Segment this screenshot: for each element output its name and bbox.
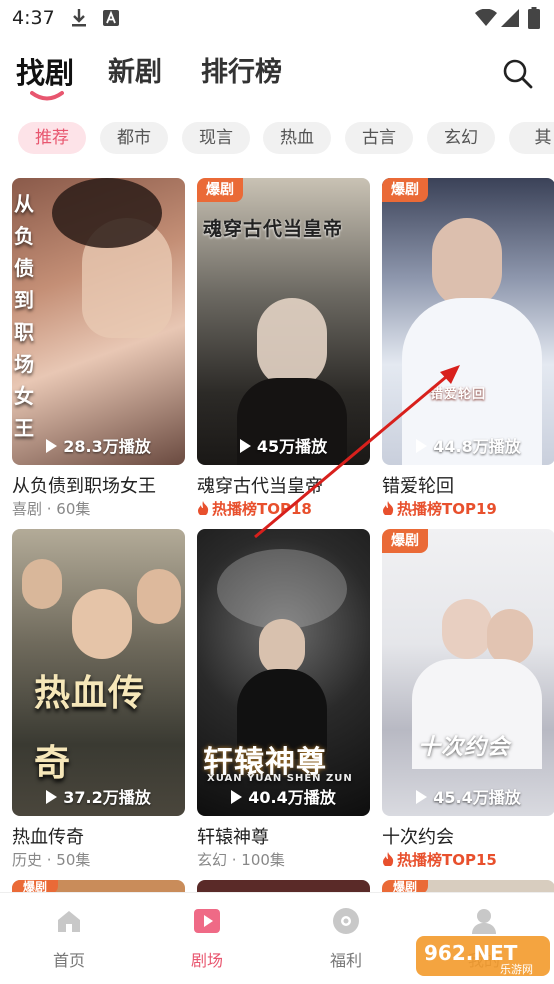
- poster-title-text: 错爱轮回: [430, 387, 487, 402]
- play-count: 44.8万播放: [382, 433, 554, 457]
- hot-badge: 爆剧: [197, 178, 243, 202]
- drama-title[interactable]: 十次约会: [382, 823, 454, 849]
- flame-icon: [383, 501, 394, 515]
- tab-new-drama[interactable]: 新剧: [108, 50, 162, 89]
- tab-find-drama[interactable]: 找剧: [16, 50, 74, 92]
- nav-theater[interactable]: 剧场: [167, 907, 247, 971]
- play-count-text: 44.8万播放: [433, 437, 521, 456]
- poster-figure: [432, 218, 502, 308]
- poster-subtitle-text: XUAN YUAN SHEN ZUN: [207, 773, 353, 784]
- play-count: 40.4万播放: [197, 784, 370, 808]
- chip-recommend[interactable]: 推荐: [18, 122, 86, 154]
- play-icon: [231, 790, 243, 804]
- download-icon: [72, 9, 86, 27]
- hot-rank: 热播榜TOP15: [382, 849, 497, 870]
- drama-poster[interactable]: 爆剧 魂穿古代当皇帝 45万播放: [197, 178, 370, 465]
- play-count-text: 40.4万播放: [248, 788, 336, 807]
- drama-title[interactable]: 魂穿古代当皇帝: [197, 472, 323, 498]
- play-icon: [46, 790, 58, 804]
- play-icon: [239, 439, 251, 453]
- poster-title-text: 魂穿古代当皇帝: [203, 218, 344, 240]
- status-time: 4:37: [12, 7, 55, 29]
- chip-hot-blood[interactable]: 热血: [263, 122, 331, 154]
- watermark-logo: 962.NET 乐游网: [416, 936, 550, 976]
- category-chips: 推荐 都市 现言 热血 古言 玄幻 其: [18, 122, 554, 156]
- poster-figure: [442, 599, 492, 659]
- play-icon: [46, 439, 58, 453]
- svg-text:乐游网: 乐游网: [500, 963, 533, 976]
- poster-figure: [137, 569, 181, 624]
- flame-icon: [198, 501, 209, 515]
- hot-rank-text: 热播榜TOP18: [212, 500, 312, 518]
- play-icon: [194, 909, 220, 933]
- drama-title[interactable]: 热血传奇: [12, 823, 84, 849]
- wifi-icon: [475, 9, 497, 26]
- chip-other[interactable]: 其: [509, 122, 554, 154]
- poster-figure: [257, 298, 327, 388]
- status-bar: 4:37: [0, 0, 554, 38]
- drama-poster[interactable]: 轩辕神尊 XUAN YUAN SHEN ZUN 40.4万播放: [197, 529, 370, 816]
- hot-rank: 热播榜TOP18: [197, 498, 312, 519]
- active-tab-indicator: [30, 91, 64, 101]
- play-icon: [416, 790, 428, 804]
- adb-icon: [103, 10, 119, 26]
- play-count-text: 37.2万播放: [63, 788, 151, 807]
- chip-ancient-romance[interactable]: 古言: [345, 122, 413, 154]
- tab-ranking[interactable]: 排行榜: [201, 50, 282, 89]
- top-tabs: 找剧 新剧 排行榜: [0, 50, 554, 110]
- drama-poster[interactable]: 爆剧 错爱轮回 44.8万播放: [382, 178, 554, 465]
- play-icon: [416, 439, 428, 453]
- nav-label: 剧场: [190, 951, 223, 970]
- svg-text:962.NET: 962.NET: [424, 941, 518, 965]
- signal-icon: [501, 9, 519, 27]
- poster-figure: [22, 559, 62, 609]
- play-count-text: 45万播放: [256, 437, 328, 456]
- poster-figure: [72, 589, 132, 659]
- play-count: 37.2万播放: [12, 784, 185, 808]
- hot-badge: 爆剧: [382, 178, 428, 202]
- search-icon[interactable]: [502, 58, 534, 90]
- user-icon: [472, 909, 496, 934]
- drama-meta: 历史 · 50集: [12, 851, 91, 869]
- drama-title[interactable]: 错爱轮回: [382, 472, 454, 498]
- battery-icon: [528, 7, 540, 29]
- gift-icon: [333, 908, 359, 934]
- drama-poster[interactable]: 从负债到职场女王 28.3万播放: [12, 178, 185, 465]
- play-count: 45.4万播放: [382, 784, 554, 808]
- nav-label: 福利: [329, 951, 362, 970]
- chip-fantasy[interactable]: 玄幻: [427, 122, 495, 154]
- drama-title[interactable]: 从负债到职场女王: [12, 472, 156, 498]
- poster-figure: [259, 619, 305, 675]
- hot-badge: 爆剧: [382, 529, 428, 553]
- drama-title[interactable]: 轩辕神尊: [197, 823, 269, 849]
- chip-modern-romance[interactable]: 现言: [182, 122, 250, 154]
- poster-figure: [52, 178, 162, 248]
- home-icon: [58, 911, 80, 932]
- poster-title-text: 热血传奇: [34, 673, 146, 784]
- hot-rank-text: 热播榜TOP19: [397, 500, 497, 518]
- drama-poster[interactable]: 热血传奇 37.2万播放: [12, 529, 185, 816]
- play-count: 28.3万播放: [12, 433, 185, 457]
- play-count: 45万播放: [197, 433, 370, 457]
- nav-home[interactable]: 首页: [29, 907, 109, 971]
- play-count-text: 45.4万播放: [433, 788, 521, 807]
- drama-poster[interactable]: 爆剧 十次约会 45.4万播放: [382, 529, 554, 816]
- nav-welfare[interactable]: 福利: [306, 907, 386, 971]
- chip-urban[interactable]: 都市: [100, 122, 168, 154]
- poster-figure: [487, 609, 533, 665]
- flame-icon: [383, 852, 394, 866]
- drama-meta: 玄幻 · 100集: [197, 851, 285, 869]
- poster-title-text: 十次约会: [418, 735, 511, 760]
- drama-meta: 喜剧 · 60集: [12, 500, 91, 518]
- hot-rank: 热播榜TOP19: [382, 498, 497, 519]
- poster-title-text: 从负债到职场女王: [14, 192, 35, 440]
- nav-label: 首页: [52, 951, 85, 970]
- poster-dragon: [217, 549, 347, 629]
- hot-rank-text: 热播榜TOP15: [397, 851, 497, 869]
- play-count-text: 28.3万播放: [63, 437, 151, 456]
